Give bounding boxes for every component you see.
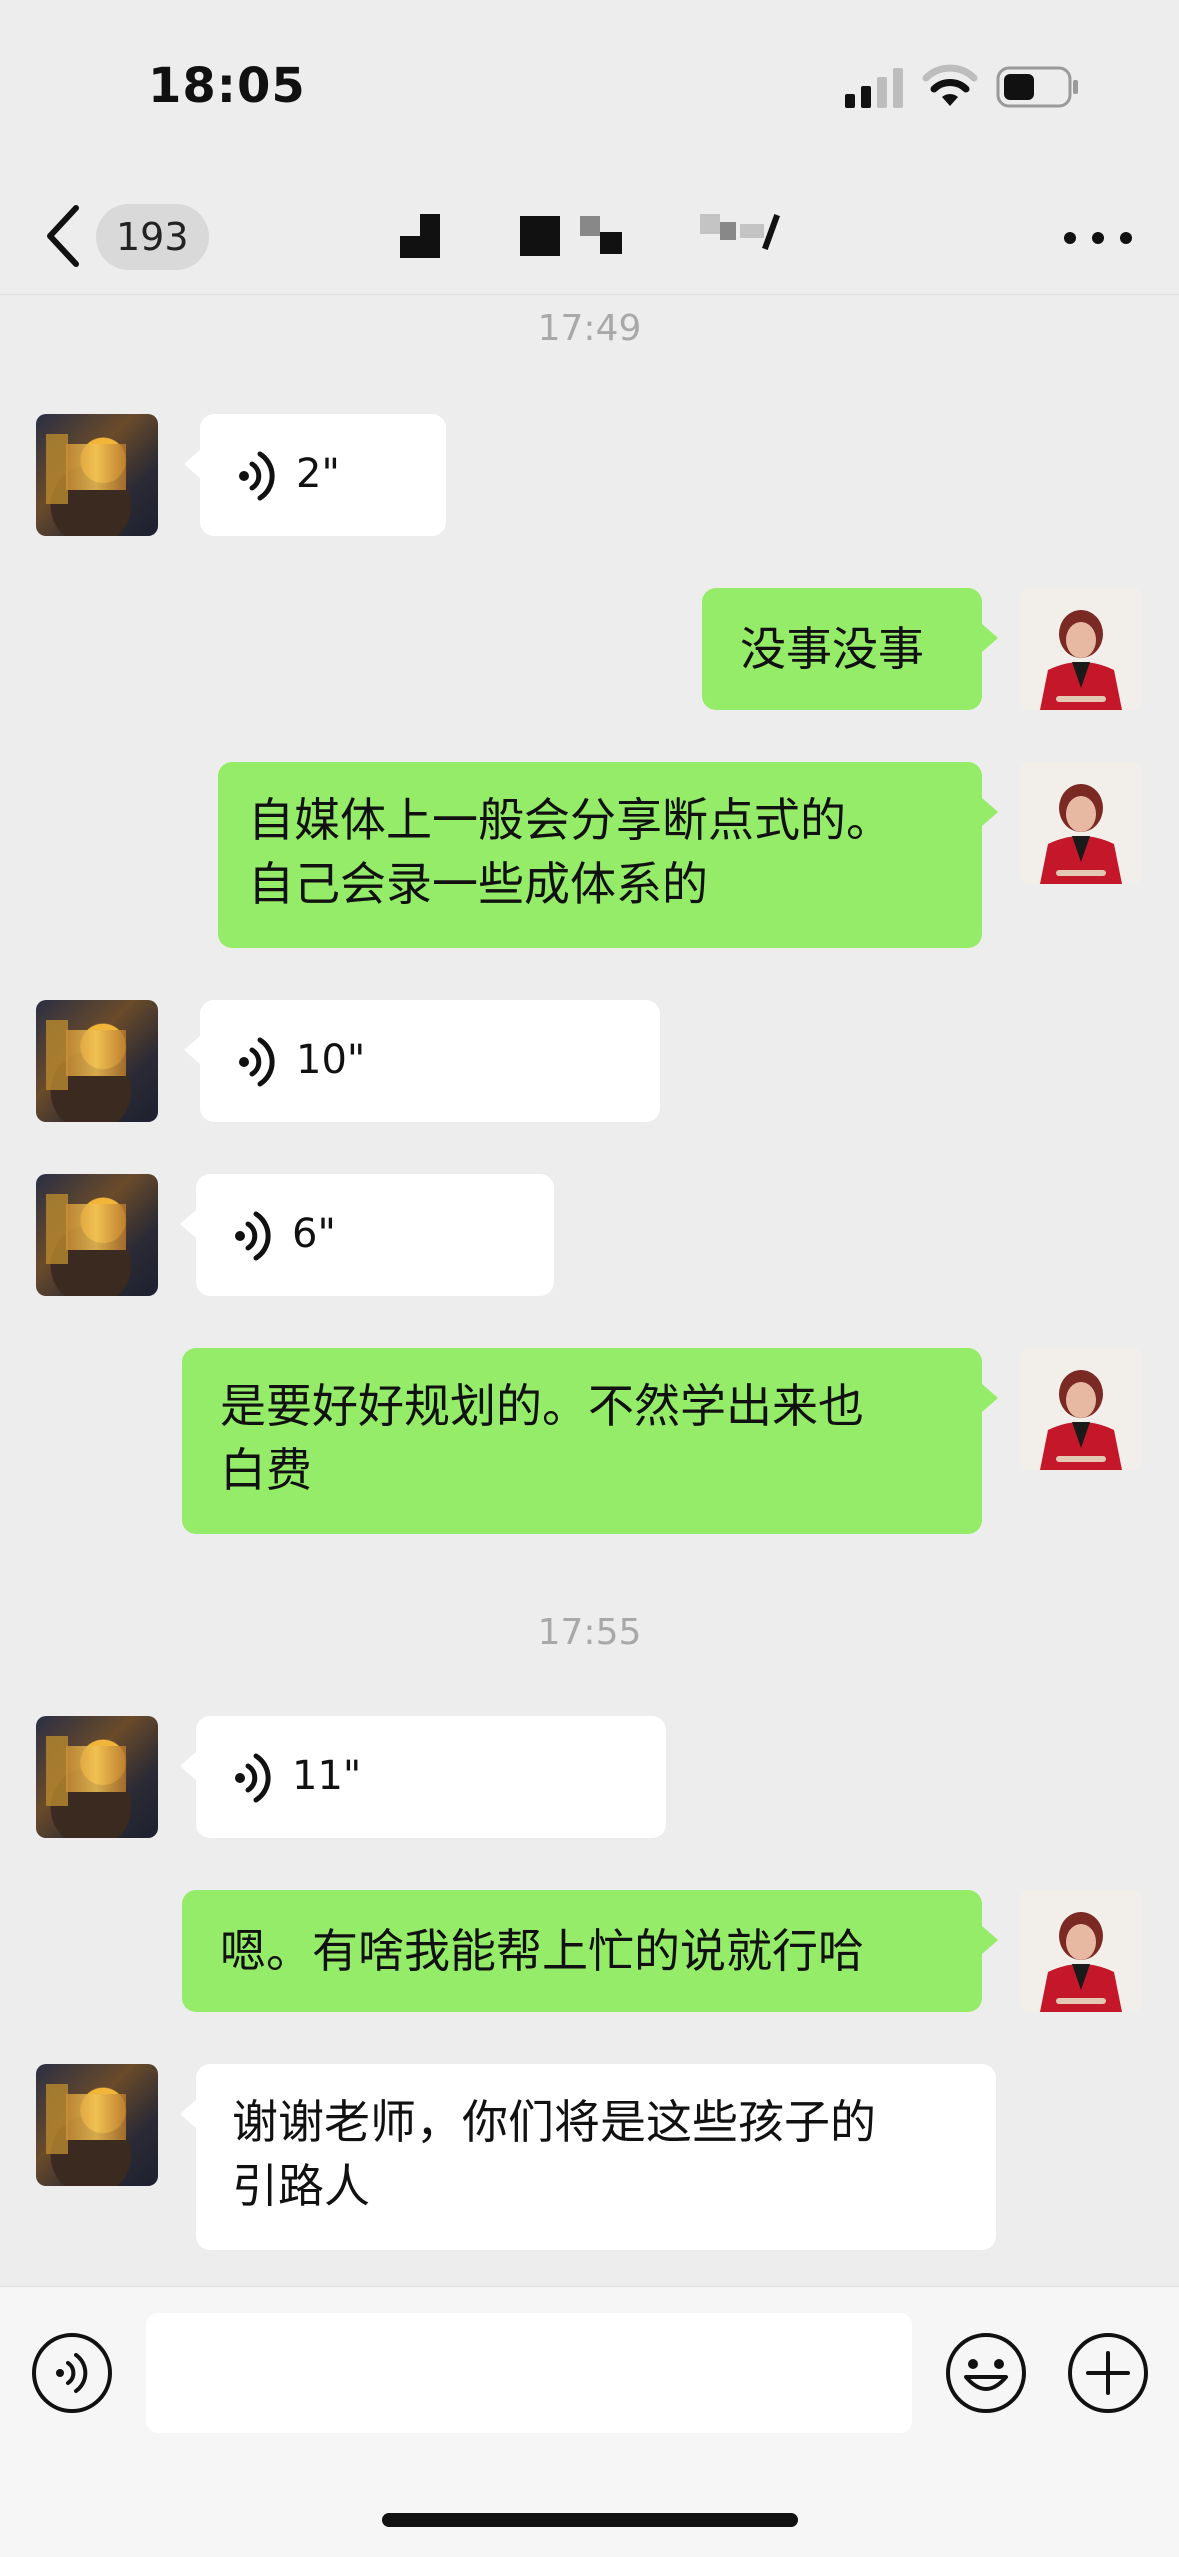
message-text: 没事没事 — [740, 622, 924, 676]
my-avatar[interactable] — [1020, 762, 1142, 884]
contact-avatar[interactable] — [36, 414, 158, 536]
voice-message[interactable]: 10" — [184, 1000, 660, 1122]
cellular-signal-icon — [845, 68, 903, 108]
message-input[interactable] — [146, 2313, 912, 2433]
message-line: 是要好好规划的。不然学出来也 — [220, 1379, 864, 1433]
timestamp-divider: 17:49 — [537, 308, 642, 349]
home-indicator[interactable] — [382, 2513, 798, 2527]
text-message[interactable]: 谢谢老师，你们将是这些孩子的 引路人 — [180, 2064, 996, 2250]
voice-wave-icon — [239, 1037, 275, 1087]
my-avatar[interactable] — [1020, 1348, 1142, 1470]
wifi-icon — [922, 64, 978, 106]
contact-avatar[interactable] — [36, 1716, 158, 1838]
person-photo — [1020, 1890, 1142, 2012]
battery-icon — [996, 66, 1078, 108]
voice-wave-icon — [239, 451, 275, 501]
my-avatar[interactable] — [1020, 588, 1142, 710]
chat-header: 193 — [0, 180, 1179, 295]
text-message[interactable]: 自媒体上一般会分享断点式的。 自己会录一些成体系的 — [218, 762, 998, 948]
voice-wave-icon — [235, 1211, 271, 1261]
contact-avatar[interactable] — [36, 2064, 158, 2186]
message-line: 自己会录一些成体系的 — [248, 857, 708, 911]
voice-duration: 2" — [296, 451, 340, 497]
text-message[interactable]: 没事没事 — [702, 588, 998, 710]
message-line: 自媒体上一般会分享断点式的。 — [248, 793, 892, 847]
chat-title-redacted — [380, 214, 840, 264]
plus-icon[interactable] — [1066, 2331, 1150, 2415]
person-photo — [1020, 1348, 1142, 1470]
text-message[interactable]: 嗯。有啥我能帮上忙的说就行哈 — [182, 1890, 998, 2012]
contact-avatar[interactable] — [36, 1174, 158, 1296]
message-text: 嗯。有啥我能帮上忙的说就行哈 — [220, 1924, 864, 1978]
more-dots-icon[interactable] — [1060, 220, 1136, 256]
text-message[interactable]: 是要好好规划的。不然学出来也 白费 — [182, 1348, 998, 1534]
voice-wave-icon — [235, 1753, 271, 1803]
message-line: 白费 — [220, 1443, 312, 1497]
voice-duration: 11" — [292, 1753, 362, 1799]
voice-input-icon[interactable] — [30, 2331, 114, 2415]
voice-message[interactable]: 6" — [180, 1174, 554, 1296]
person-photo — [1020, 762, 1142, 884]
voice-duration: 10" — [296, 1037, 366, 1083]
input-bar — [0, 2286, 1179, 2557]
timestamp-divider: 17:55 — [537, 1612, 642, 1653]
status-bar: 18:05 — [0, 0, 1179, 170]
voice-duration: 6" — [292, 1211, 336, 1257]
unread-count-badge[interactable]: 193 — [96, 204, 209, 270]
message-line: 引路人 — [232, 2159, 370, 2213]
chevron-left-icon[interactable] — [40, 198, 90, 274]
voice-message[interactable]: 11" — [180, 1716, 666, 1838]
contact-avatar[interactable] — [36, 1000, 158, 1122]
emoji-icon[interactable] — [944, 2331, 1028, 2415]
voice-message[interactable]: 2" — [184, 414, 446, 536]
my-avatar[interactable] — [1020, 1890, 1142, 2012]
person-photo — [1020, 588, 1142, 710]
status-time: 18:05 — [148, 58, 306, 114]
message-line: 谢谢老师，你们将是这些孩子的 — [232, 2095, 876, 2149]
